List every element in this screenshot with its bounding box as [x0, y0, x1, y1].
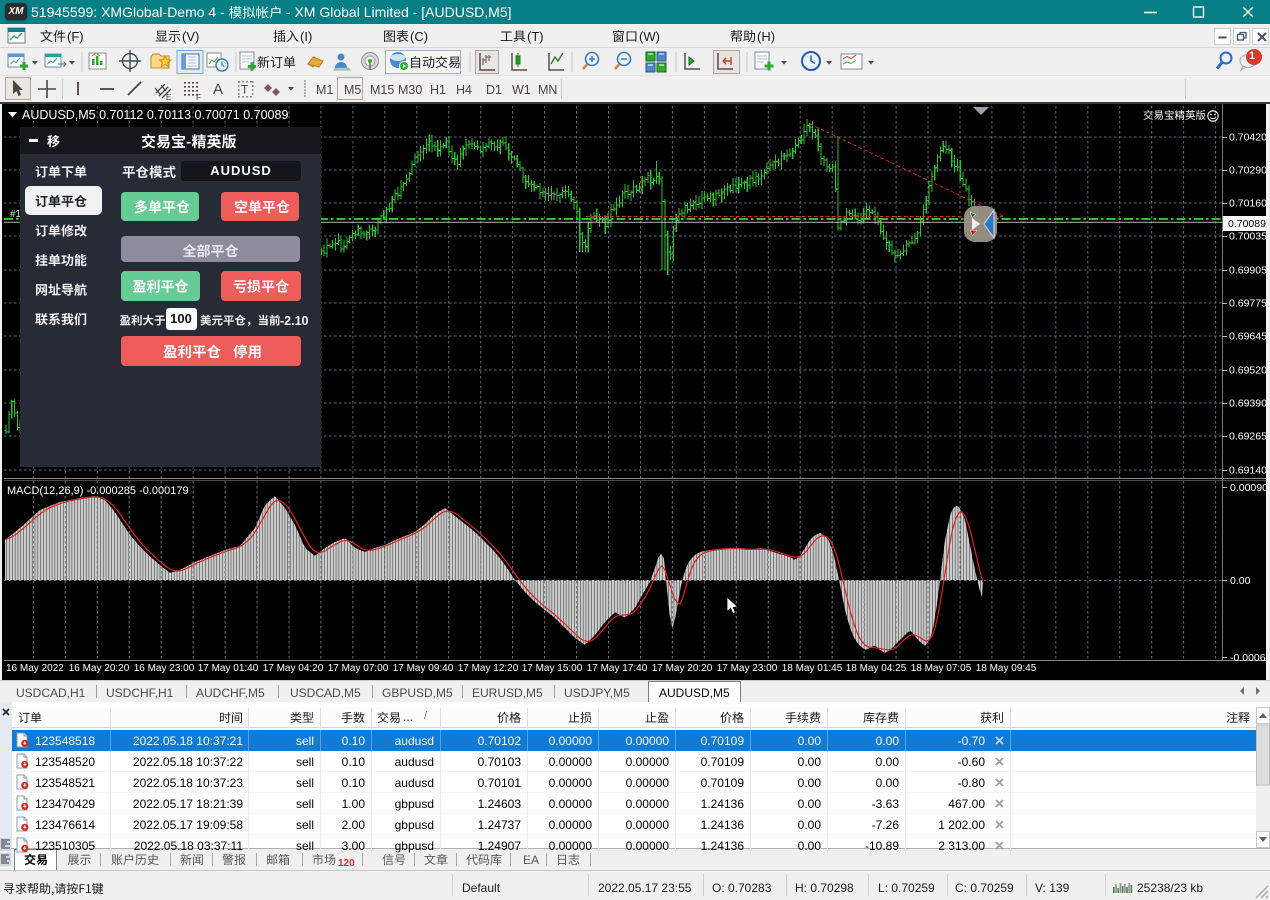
- svg-text:18 May 01:45: 18 May 01:45: [782, 663, 843, 674]
- svg-text:17 May 07:00: 17 May 07:00: [328, 663, 389, 674]
- svg-text:16 May 2022: 16 May 2022: [6, 663, 64, 674]
- svg-text:0.70089: 0.70089: [1228, 218, 1266, 230]
- svg-text:17 May 09:40: 17 May 09:40: [393, 663, 454, 674]
- svg-text:0.69775: 0.69775: [1229, 298, 1266, 310]
- svg-text:T: T: [241, 83, 249, 97]
- svg-text:0.000906: 0.000906: [1230, 482, 1266, 494]
- svg-text:0.69265: 0.69265: [1229, 431, 1266, 443]
- svg-text:MACD(12,26,9) -0.000285 -0.000: MACD(12,26,9) -0.000285 -0.000179: [7, 485, 189, 497]
- svg-text:17 May 23:00: 17 May 23:00: [717, 663, 778, 674]
- svg-text:17 May 12:20: 17 May 12:20: [458, 663, 519, 674]
- svg-text:16 May 20:20: 16 May 20:20: [69, 663, 130, 674]
- svg-text:-0.000694: -0.000694: [1230, 652, 1266, 664]
- svg-text:17 May 17:40: 17 May 17:40: [587, 663, 648, 674]
- svg-text:A: A: [213, 81, 223, 98]
- svg-text:0.70160: 0.70160: [1229, 198, 1266, 210]
- svg-text:0.69645: 0.69645: [1229, 331, 1266, 343]
- svg-text:0.69140: 0.69140: [1229, 465, 1266, 477]
- svg-text:17 May 01:40: 17 May 01:40: [198, 663, 259, 674]
- svg-text:18 May 09:45: 18 May 09:45: [976, 663, 1037, 674]
- svg-text:F: F: [196, 93, 201, 102]
- svg-text:17 May 04:20: 17 May 04:20: [263, 663, 324, 674]
- svg-text:17 May 20:20: 17 May 20:20: [652, 663, 713, 674]
- svg-text:0.70290: 0.70290: [1229, 165, 1266, 177]
- svg-text:0.00: 0.00: [1230, 575, 1251, 587]
- svg-text:16 May 23:00: 16 May 23:00: [134, 663, 195, 674]
- svg-text:AUDUSD,M5 0.70112 0.70113 0.7: AUDUSD,M5 0.70112 0.70113 0.70071 0.7008…: [22, 108, 288, 122]
- svg-text:0.70420: 0.70420: [1229, 132, 1266, 144]
- svg-text:17 May 15:00: 17 May 15:00: [522, 663, 583, 674]
- svg-text:18 May 04:25: 18 May 04:25: [846, 663, 907, 674]
- svg-text:0.69520: 0.69520: [1229, 365, 1266, 377]
- svg-text:18 May 07:05: 18 May 07:05: [911, 663, 972, 674]
- svg-text:0.69905: 0.69905: [1229, 265, 1266, 277]
- svg-text:0.69390: 0.69390: [1229, 398, 1266, 410]
- svg-text:E: E: [166, 93, 171, 102]
- svg-text:0.70035: 0.70035: [1229, 231, 1266, 243]
